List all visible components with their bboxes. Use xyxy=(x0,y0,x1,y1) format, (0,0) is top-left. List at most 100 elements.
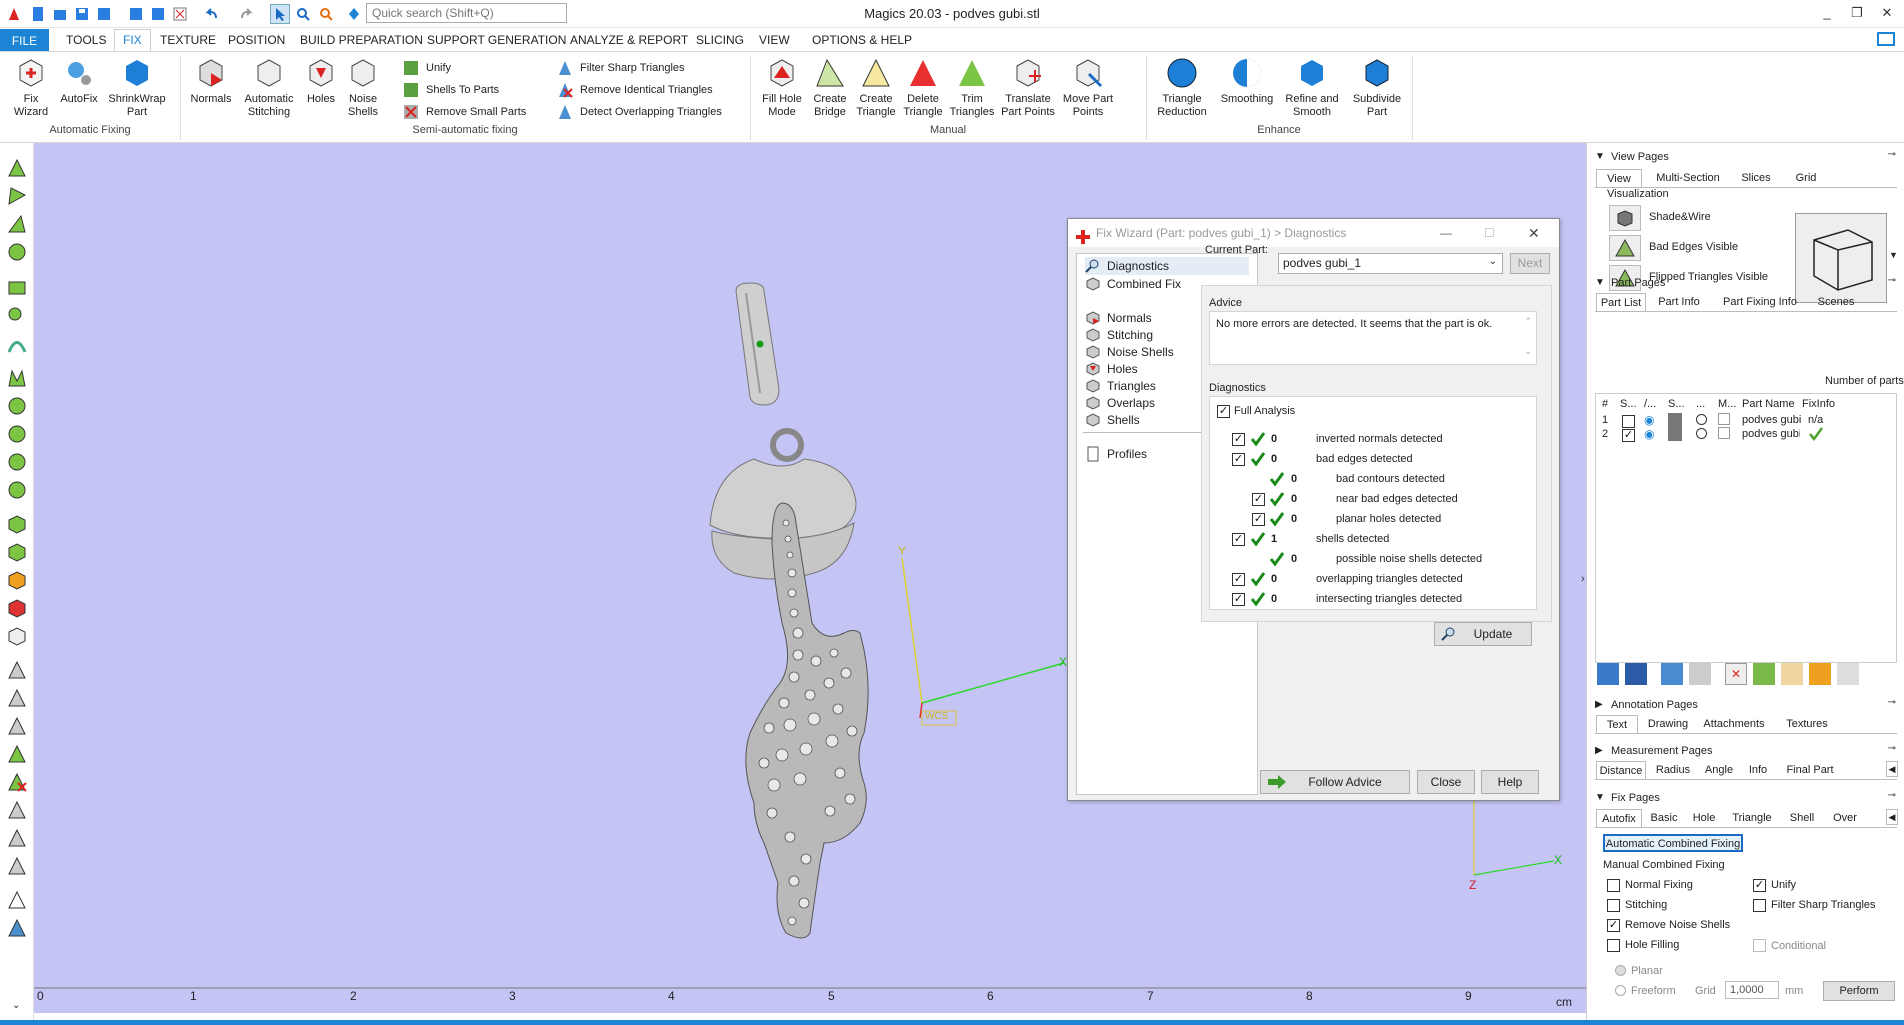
tab-scroll-left-icon[interactable]: ◀ xyxy=(1886,761,1898,777)
mark-shell-icon[interactable] xyxy=(6,743,28,765)
tab-analyze-report[interactable]: ANALYZE & REPORT xyxy=(570,32,688,48)
remove-noise-shells-checkbox[interactable]: ✓ xyxy=(1607,919,1620,932)
annotation-pages-header[interactable]: ▶ Annotation Pages xyxy=(1595,697,1698,713)
triangle-reduction-button[interactable]: Triangle Reduction xyxy=(1152,56,1212,119)
tab-part-info[interactable]: Part Info xyxy=(1649,293,1709,311)
open-file-icon[interactable] xyxy=(50,4,70,24)
redo-icon[interactable] xyxy=(236,4,256,24)
overlapping-checkbox[interactable]: ✓ xyxy=(1232,573,1245,586)
restore-button[interactable]: ❐ xyxy=(1842,2,1872,24)
follow-advice-button[interactable]: Follow Advice xyxy=(1260,770,1410,794)
part-tool-icon[interactable] xyxy=(1597,663,1619,685)
automatic-combined-fixing-button[interactable]: Automatic Combined Fixing xyxy=(1603,834,1743,852)
tab-info[interactable]: Info xyxy=(1743,761,1773,779)
tab-fix[interactable]: FIX xyxy=(114,29,151,51)
fix-pages-header[interactable]: ▼ Fix Pages xyxy=(1595,790,1660,806)
shade-wire-button[interactable] xyxy=(1609,205,1641,231)
minimize-button[interactable]: _ xyxy=(1812,2,1842,24)
select-polyline-icon[interactable] xyxy=(6,367,28,389)
planar-holes-checkbox[interactable]: ✓ xyxy=(1252,513,1265,526)
part-tool-icon[interactable] xyxy=(1837,663,1859,685)
near-bad-edges-checkbox[interactable]: ✓ xyxy=(1252,493,1265,506)
part-pages-header[interactable]: ▼ Part Pages xyxy=(1595,275,1665,291)
tab-file[interactable]: FILE xyxy=(0,29,49,51)
shrinkwrap-part-button[interactable]: ShrinkWrap Part xyxy=(104,56,170,119)
select-lasso-icon[interactable] xyxy=(6,305,28,327)
part-row-2-shading-icon[interactable] xyxy=(1668,427,1682,441)
intersecting-checkbox[interactable]: ✓ xyxy=(1232,593,1245,606)
part-row-2-radio[interactable] xyxy=(1696,428,1707,439)
layout-icon[interactable] xyxy=(1876,31,1898,49)
part-tool-icon[interactable] xyxy=(1781,663,1803,685)
part-tool-icon[interactable] xyxy=(1661,663,1683,685)
part-cube2-icon[interactable] xyxy=(6,541,28,563)
view-cube[interactable] xyxy=(1795,213,1887,303)
fill-hole-mode-button[interactable]: Fill Hole Mode xyxy=(756,56,808,119)
part-row-1-name[interactable]: podves gubi xyxy=(1742,414,1801,426)
tab-attachments[interactable]: Attachments xyxy=(1697,715,1771,733)
planar-radio[interactable] xyxy=(1615,965,1626,976)
shells-to-parts-button[interactable]: Shells To Parts xyxy=(402,80,499,100)
nav-stitching[interactable]: Stitching xyxy=(1085,326,1153,344)
filter-sharp-triangles-checkbox[interactable] xyxy=(1753,899,1766,912)
tab-textures[interactable]: Textures xyxy=(1777,715,1837,733)
delete-part-icon[interactable]: ✕ xyxy=(1725,663,1747,685)
detect-overlapping-triangles-button[interactable]: Detect Overlapping Triangles xyxy=(556,102,722,122)
grid-size-input[interactable]: 1,0000 xyxy=(1725,981,1779,999)
remove-small-parts-button[interactable]: Remove Small Parts xyxy=(402,102,526,122)
dialog-close-x-button[interactable]: ✕ xyxy=(1528,219,1540,247)
perform-button[interactable]: Perform xyxy=(1823,981,1895,1001)
part-row-1-eye-icon[interactable]: ◉ xyxy=(1644,413,1654,427)
inverted-normals-checkbox[interactable]: ✓ xyxy=(1232,433,1245,446)
delete-triangle-button[interactable]: Delete Triangle xyxy=(900,56,946,119)
nav-profiles[interactable]: Profiles xyxy=(1085,445,1147,463)
mark-plane-icon[interactable] xyxy=(6,687,28,709)
part-row-1-radio[interactable] xyxy=(1696,414,1707,425)
select-cone-icon[interactable] xyxy=(6,479,28,501)
tab-slices[interactable]: Slices xyxy=(1733,169,1779,187)
smoothing-button[interactable]: Smoothing xyxy=(1218,56,1276,106)
unload-icon[interactable] xyxy=(170,4,190,24)
pin-icon[interactable]: ⊸ xyxy=(1888,149,1896,160)
part-row-2-name[interactable]: podves gubi_1 xyxy=(1742,428,1800,440)
dialog-maximize-button[interactable]: ☐ xyxy=(1484,219,1495,247)
translate-part-points-button[interactable]: Translate Part Points xyxy=(998,56,1058,119)
tab-slicing[interactable]: SLICING xyxy=(696,32,744,48)
tab-part-list[interactable]: Part List xyxy=(1596,293,1646,311)
move-part-points-button[interactable]: Move Part Points xyxy=(1060,56,1116,119)
nav-noise-shells[interactable]: Noise Shells xyxy=(1085,343,1174,361)
zoom-window-icon[interactable] xyxy=(316,4,336,24)
stitching-checkbox[interactable] xyxy=(1607,899,1620,912)
close-window-button[interactable]: ✕ xyxy=(1872,2,1902,24)
freeform-radio[interactable] xyxy=(1615,985,1626,996)
nav-triangles[interactable]: Triangles xyxy=(1085,377,1156,395)
nav-shells[interactable]: Shells xyxy=(1085,411,1140,429)
part-tool-icon[interactable] xyxy=(1689,663,1711,685)
normal-fixing-checkbox[interactable] xyxy=(1607,879,1620,892)
tab-shell[interactable]: Shell xyxy=(1783,809,1821,827)
hole-filling-checkbox[interactable] xyxy=(1607,939,1620,952)
part-cube5-icon[interactable] xyxy=(6,625,28,647)
part-cube-icon[interactable] xyxy=(6,513,28,535)
dialog-minimize-button[interactable]: — xyxy=(1440,219,1452,247)
expand-mark-icon[interactable] xyxy=(6,799,28,821)
tab-options-help[interactable]: OPTIONS & HELP xyxy=(812,32,912,48)
nav-diagnostics[interactable]: Diagnostics xyxy=(1085,257,1249,275)
create-bridge-button[interactable]: Create Bridge xyxy=(808,56,852,119)
tab-text[interactable]: Text xyxy=(1596,715,1638,733)
mark-all-icon[interactable] xyxy=(6,889,28,911)
scroll-down-icon[interactable]: ⌄ xyxy=(1524,346,1532,357)
tab-hole[interactable]: Hole xyxy=(1687,809,1721,827)
part-row-2-eye-icon[interactable]: ◉ xyxy=(1644,427,1654,441)
tab-tools[interactable]: TOOLS xyxy=(66,32,106,48)
tab-position[interactable]: POSITION xyxy=(228,32,285,48)
holes-button[interactable]: Holes xyxy=(302,56,340,106)
tab-texture[interactable]: TEXTURE xyxy=(160,32,216,48)
tab-over[interactable]: Over xyxy=(1825,809,1865,827)
new-file-icon[interactable] xyxy=(28,4,48,24)
next-button[interactable]: Next xyxy=(1510,253,1550,274)
mark-surface-icon[interactable] xyxy=(6,715,28,737)
select-surface-icon[interactable] xyxy=(6,213,28,235)
pin-icon[interactable]: ⊸ xyxy=(1888,275,1896,286)
mark-triangle-icon[interactable] xyxy=(6,659,28,681)
